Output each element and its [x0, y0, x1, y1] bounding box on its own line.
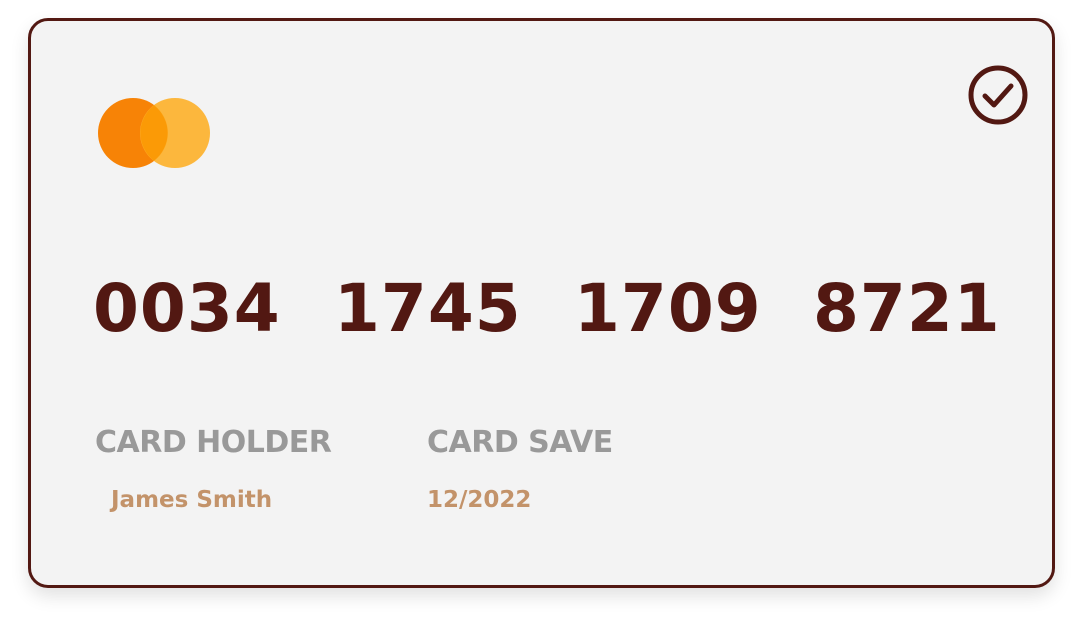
- card-number-group-2: 1745: [334, 270, 522, 347]
- card-number-group-3: 1709: [574, 270, 762, 347]
- card-save-label: CARD SAVE: [427, 425, 613, 460]
- card-number-group-4: 8721: [813, 270, 1001, 347]
- card-number-group-1: 0034: [93, 270, 281, 347]
- card-holder-name: James Smith: [111, 487, 273, 513]
- card-save-date: 12/2022: [427, 487, 532, 513]
- card-number: 0034 1745 1709 8721: [31, 269, 1052, 349]
- mastercard-logo-icon: [98, 98, 210, 168]
- credit-card[interactable]: 0034 1745 1709 8721 CARD HOLDER James Sm…: [28, 18, 1055, 588]
- card-holder-label: CARD HOLDER: [95, 425, 332, 460]
- check-circle-icon[interactable]: [967, 64, 1029, 126]
